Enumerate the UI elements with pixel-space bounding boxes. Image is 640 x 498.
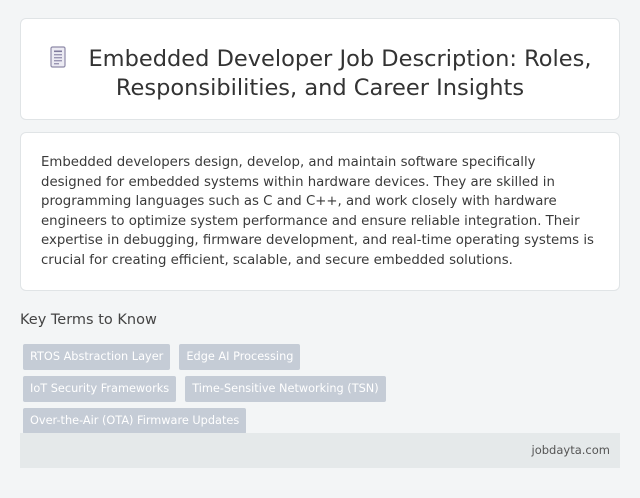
page-title-wrap: Embedded Developer Job Description: Role… [21, 45, 619, 103]
title-card: Embedded Developer Job Description: Role… [20, 18, 620, 120]
document-icon [48, 46, 68, 68]
key-term-tag: RTOS Abstraction Layer [23, 344, 171, 370]
footer: jobdayta.com [20, 433, 620, 468]
key-term-tag: Edge AI Processing [179, 344, 301, 370]
description-card: Embedded developers design, develop, and… [20, 132, 620, 291]
key-term-tag: Time-Sensitive Networking (TSN) [185, 376, 386, 402]
key-term-tag: Over-the-Air (OTA) Firmware Updates [23, 408, 247, 434]
key-terms-heading: Key Terms to Know [20, 312, 157, 328]
description-text: Embedded developers design, develop, and… [41, 155, 594, 268]
key-term-tag: IoT Security Frameworks [23, 376, 177, 402]
key-terms-tags: RTOS Abstraction Layer Edge AI Processin… [23, 344, 463, 440]
page-title: Embedded Developer Job Description: Role… [88, 46, 592, 101]
footer-site-link[interactable]: jobdayta.com [532, 443, 610, 457]
